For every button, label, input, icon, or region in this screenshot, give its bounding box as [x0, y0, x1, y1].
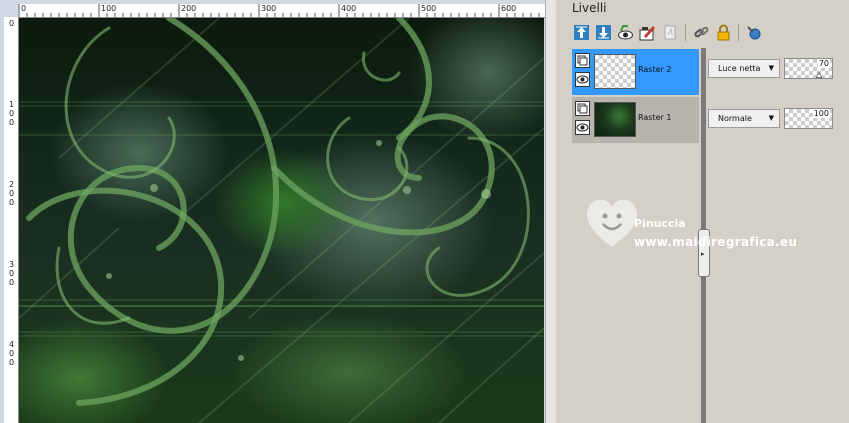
chevron-down-icon: ▼: [768, 114, 774, 122]
layer-properties-button[interactable]: [638, 23, 657, 42]
ruler-label: 4 0 0: [8, 340, 15, 367]
link-icon: [694, 26, 709, 38]
watermark-url: www.maidiregrafica.eu: [634, 235, 798, 249]
watermark-name: Pinuccia: [634, 217, 686, 230]
layer-list: Raster 2 Raster 1: [572, 48, 701, 144]
toolbar-separator: [738, 24, 739, 41]
blend-mode-value: Luce netta: [718, 64, 761, 73]
move-layer-down-icon: [596, 25, 611, 40]
canvas-artwork: [19, 18, 544, 423]
opacity-value: 100: [812, 109, 830, 118]
ruler-label: 3 0 0: [8, 260, 15, 287]
layer-row-icons: [575, 53, 592, 91]
visibility-toggle-button[interactable]: [616, 23, 635, 42]
image-canvas[interactable]: [19, 18, 544, 423]
heart-smiley-icon: [587, 199, 637, 247]
opacity-value: 70: [817, 59, 830, 68]
delete-layer-icon: [664, 25, 676, 40]
layer-row-raster-2[interactable]: Raster 2: [572, 49, 699, 95]
layer-group-icon[interactable]: [575, 101, 590, 116]
layers-toolbar: [570, 21, 845, 45]
layer-name: Raster 1: [638, 113, 672, 122]
visibility-toggle-icon: [618, 25, 633, 40]
layer-group-icon[interactable]: [575, 53, 590, 68]
toolbar-separator: [685, 24, 686, 41]
palette-title: Livelli: [572, 1, 607, 15]
link-button[interactable]: [692, 23, 711, 42]
move-layer-down-button[interactable]: [594, 23, 613, 42]
ruler-ticks: [18, 4, 540, 17]
ruler-label: 2 0 0: [8, 180, 15, 207]
opacity-slider-raster-1[interactable]: 100: [784, 108, 833, 129]
move-layer-up-icon: [574, 25, 589, 40]
ruler-label: 0: [8, 19, 15, 28]
layer-row-icons: [575, 101, 592, 139]
layer-properties-icon: [639, 26, 655, 41]
visibility-eye-icon[interactable]: [575, 72, 590, 87]
visibility-eye-icon[interactable]: [575, 120, 590, 135]
lock-button[interactable]: [714, 23, 733, 42]
chevron-down-icon: ▼: [768, 64, 774, 72]
lock-icon: [717, 24, 730, 41]
pin-icon: [747, 26, 761, 40]
image-workspace[interactable]: 0 100 200 300 400 500 600 0 1 0 0 2 0 0 …: [0, 0, 557, 423]
ruler-label: 1 0 0: [8, 100, 15, 127]
layer-name: Raster 2: [638, 65, 672, 74]
horizontal-ruler: 0 100 200 300 400 500 600: [18, 4, 545, 18]
opacity-slider-raster-2[interactable]: 70 △: [784, 58, 833, 79]
layer-row-raster-1[interactable]: Raster 1: [572, 97, 699, 143]
blend-mode-select-raster-1[interactable]: Normale ▼: [708, 109, 780, 128]
layer-thumbnail: [594, 54, 636, 89]
opacity-marker-icon: △: [816, 70, 823, 79]
delete-layer-button[interactable]: [660, 23, 679, 42]
watermark: Pinuccia www.maidiregrafica.eu: [572, 192, 832, 262]
pin-button[interactable]: [744, 23, 763, 42]
blend-mode-value: Normale: [718, 114, 752, 123]
layer-thumbnail: [594, 102, 636, 137]
blend-mode-select-raster-2[interactable]: Luce netta ▼: [708, 59, 780, 78]
vertical-ruler: 0 1 0 0 2 0 0 3 0 0 4 0 0: [4, 17, 19, 423]
move-layer-up-button[interactable]: [572, 23, 591, 42]
